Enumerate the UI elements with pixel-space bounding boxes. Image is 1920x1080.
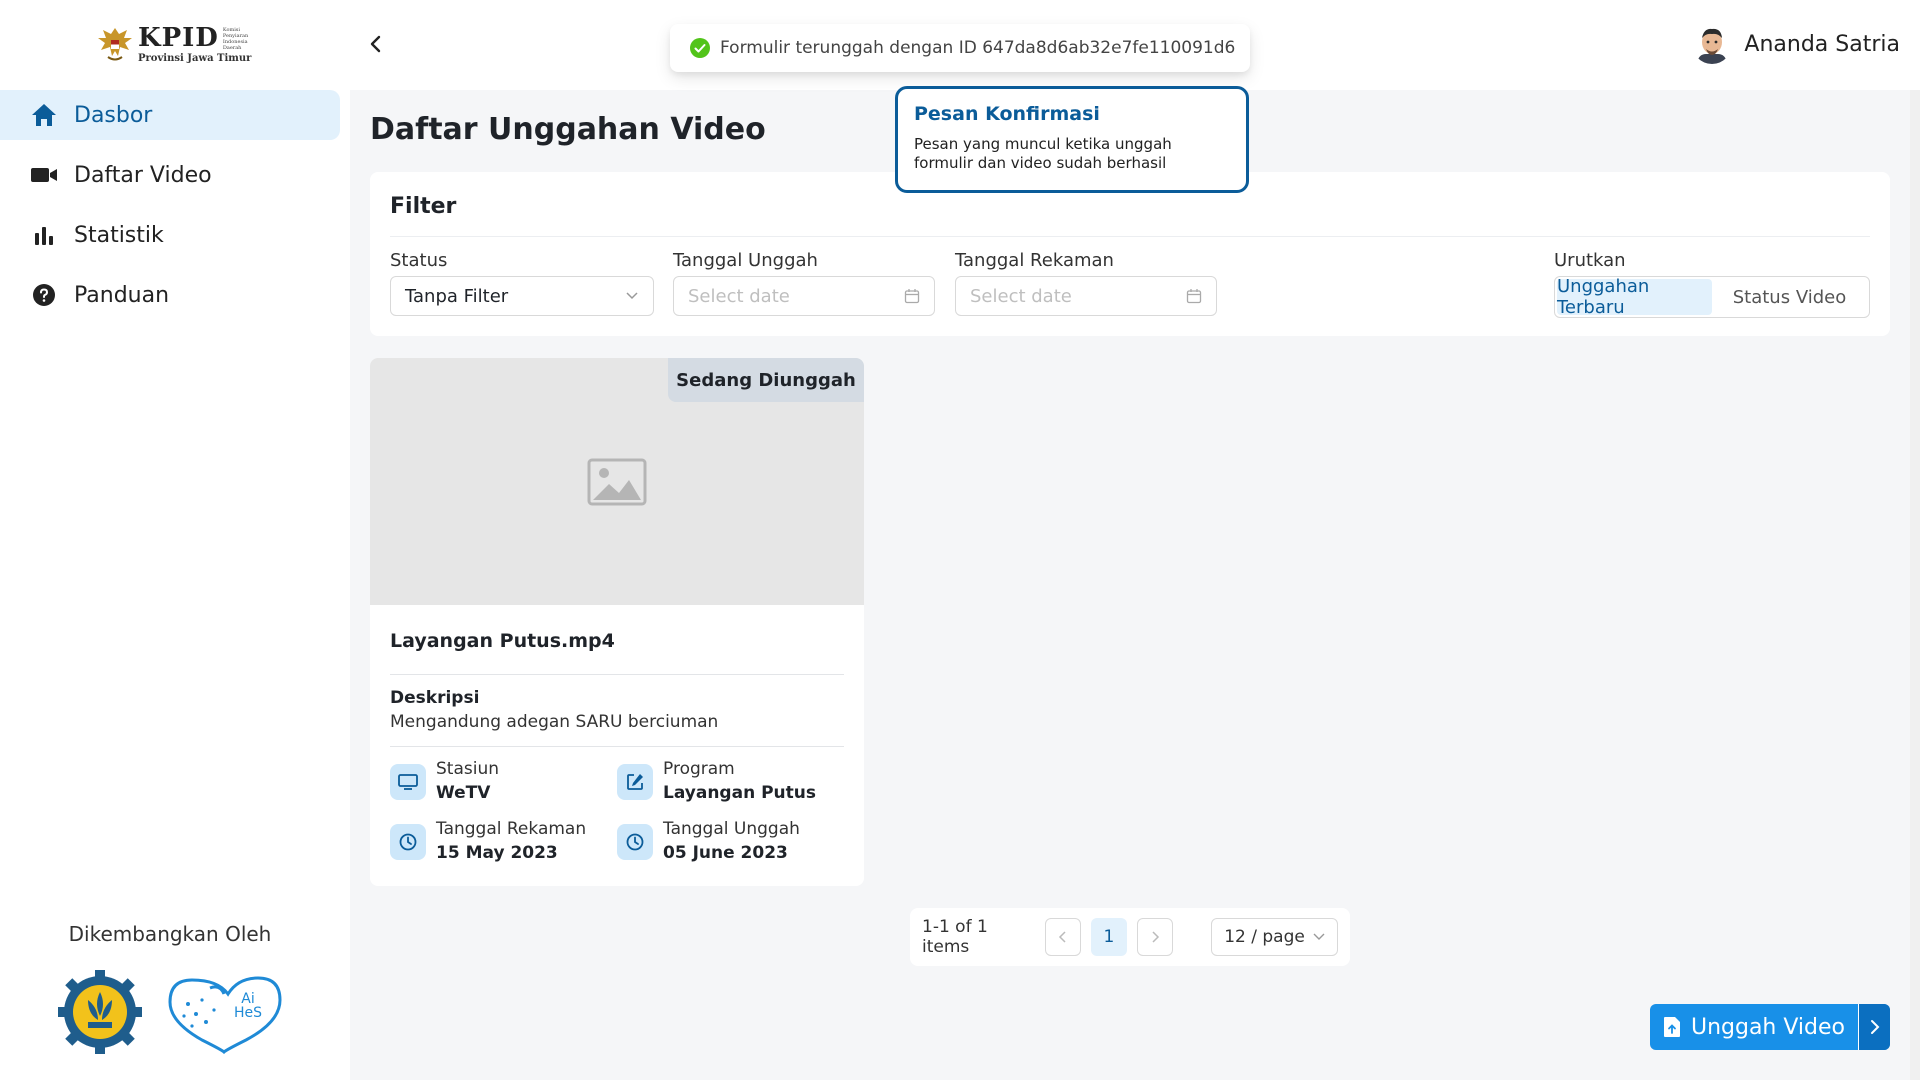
card-divider — [390, 746, 844, 747]
prev-page-button[interactable] — [1044, 918, 1081, 956]
annotation-callout: Pesan Konfirmasi Pesan yang muncul ketik… — [895, 86, 1249, 193]
upload-date-placeholder: Select date — [688, 285, 790, 307]
user-avatar-icon — [1692, 24, 1733, 64]
filter-title: Filter — [390, 194, 457, 219]
card-divider — [390, 674, 844, 675]
sidebar-item-label: Daftar Video — [74, 162, 212, 188]
sidebar-item-label: Statistik — [74, 222, 164, 248]
upload-date-meta: Tanggal Unggah 05 June 2023 — [617, 818, 800, 866]
upload-video-button[interactable]: Unggah Video — [1650, 1004, 1890, 1050]
logo-tiny-text: Komisi Penyiaran Indonesia Daerah — [222, 26, 249, 51]
next-page-button[interactable] — [1136, 918, 1174, 956]
chevron-left-icon — [370, 35, 381, 53]
clock-icon — [617, 824, 653, 860]
video-camera-icon — [30, 161, 58, 189]
user-name: Ananda Satria — [1744, 31, 1900, 57]
back-button[interactable] — [362, 30, 390, 58]
logo-kpid-text: KPID — [138, 22, 219, 53]
calendar-icon — [904, 289, 920, 304]
sort-label: Urutkan — [1554, 250, 1626, 271]
sidebar: Dasbor Daftar Video Statistik Panduan Di… — [0, 90, 350, 1080]
image-placeholder-icon — [587, 458, 647, 505]
sidebar-item-label: Dasbor — [74, 102, 153, 128]
chevron-right-icon — [1870, 1020, 1879, 1034]
avatar — [1692, 24, 1733, 64]
home-icon — [30, 101, 58, 129]
user-menu[interactable]: Ananda Satria — [1692, 24, 1900, 64]
page-size-value: 12 / page — [1224, 927, 1305, 947]
sidebar-item-panduan[interactable]: Panduan — [0, 270, 340, 320]
scrollbar[interactable] — [1910, 90, 1920, 1080]
upload-video-label: Unggah Video — [1690, 1014, 1846, 1040]
filter-panel: Filter Status Tanpa Filter Tanggal Ungga… — [370, 172, 1890, 336]
sidebar-item-statistik[interactable]: Statistik — [0, 210, 340, 260]
bar-chart-icon — [30, 221, 58, 249]
record-date-meta: Tanggal Rekaman 15 May 2023 — [390, 818, 586, 866]
record-date-value: 15 May 2023 — [436, 843, 558, 863]
page-size-select[interactable]: 12 / page — [1211, 918, 1338, 956]
pagination: 1-1 of 1 items 1 12 / page — [910, 908, 1350, 966]
main-content: Daftar Unggahan Video Filter Status Tanp… — [350, 90, 1910, 1080]
record-date-placeholder: Select date — [970, 285, 1072, 307]
record-date-label: Tanggal Rekaman — [955, 250, 1114, 271]
filter-divider — [390, 236, 1870, 237]
callout-body: Pesan yang muncul ketika unggah formulir… — [914, 135, 1172, 172]
description-text: Mengandung adegan SARU berciuman — [390, 712, 719, 732]
status-badge: Sedang Diunggah — [668, 358, 864, 402]
video-title: Layangan Putus.mp4 — [390, 630, 615, 652]
kpid-logo[interactable]: KPID Komisi Penyiaran Indonesia Daerah P… — [96, 24, 255, 64]
chevron-right-icon — [1152, 931, 1160, 943]
chevron-left-icon — [1058, 931, 1066, 943]
record-date-picker[interactable]: Select date — [955, 276, 1217, 316]
logo-sub-text: Provinsi Jawa Timur — [138, 52, 252, 64]
status-filter-select[interactable]: Tanpa Filter — [390, 276, 654, 316]
pagination-summary: 1-1 of 1 items — [922, 917, 988, 957]
developer-logos: Ai HeS — [58, 970, 286, 1055]
sidebar-item-label: Panduan — [74, 282, 170, 308]
sort-option-unggahan-terbaru[interactable]: Unggahan Terbaru — [1557, 276, 1712, 318]
upload-date-meta-label: Tanggal Unggah — [663, 819, 800, 839]
calendar-icon — [1186, 289, 1202, 304]
description-label: Deskripsi — [390, 688, 480, 708]
help-circle-icon — [30, 281, 58, 309]
program-meta: Program Layangan Putus — [617, 758, 816, 806]
file-upload-icon — [1663, 1017, 1680, 1037]
page-title: Daftar Unggahan Video — [370, 112, 766, 147]
record-date-meta-label: Tanggal Rekaman — [436, 819, 587, 839]
upload-date-picker[interactable]: Select date — [673, 276, 935, 316]
status-filter-label: Status — [390, 250, 448, 271]
sidebar-item-daftar-video[interactable]: Daftar Video — [0, 150, 340, 200]
program-label: Program — [663, 759, 735, 779]
monitor-icon — [390, 764, 426, 800]
status-filter-value: Tanpa Filter — [405, 285, 509, 307]
chevron-down-icon — [626, 292, 638, 300]
success-toast: Formulir terunggah dengan ID 647da8d6ab3… — [670, 24, 1250, 72]
check-circle-icon — [690, 38, 710, 58]
station-label: Stasiun — [436, 759, 500, 779]
sort-toggle-group: Unggahan Terbaru Status Video — [1554, 276, 1870, 318]
its-gear-logo-icon — [58, 970, 142, 1054]
toast-message: Formulir terunggah dengan ID 647da8d6ab3… — [720, 38, 1236, 58]
edit-icon — [617, 764, 653, 800]
station-meta: Stasiun WeTV — [390, 758, 499, 806]
page-number-button[interactable]: 1 — [1090, 918, 1127, 956]
sort-option-status-video[interactable]: Status Video — [1712, 279, 1867, 315]
sidebar-item-dasbor[interactable]: Dasbor — [0, 90, 340, 140]
developed-by-label: Dikembangkan Oleh — [68, 922, 272, 946]
upload-expand-button[interactable] — [1858, 1004, 1890, 1050]
upload-date-value: 05 June 2023 — [663, 843, 788, 863]
program-value: Layangan Putus — [663, 783, 817, 803]
upload-date-label: Tanggal Unggah — [673, 250, 818, 271]
garuda-emblem-icon — [98, 28, 132, 61]
clock-icon — [390, 824, 426, 860]
chevron-down-icon — [1313, 933, 1325, 940]
station-value: WeTV — [436, 783, 491, 803]
video-card[interactable]: Sedang Diunggah Layangan Putus.mp4 Deskr… — [370, 358, 864, 886]
callout-title: Pesan Konfirmasi — [914, 103, 1100, 125]
aihes-logo: Ai HeS — [162, 970, 286, 1055]
aihes-logo-text: Ai HeS — [233, 991, 263, 1021]
